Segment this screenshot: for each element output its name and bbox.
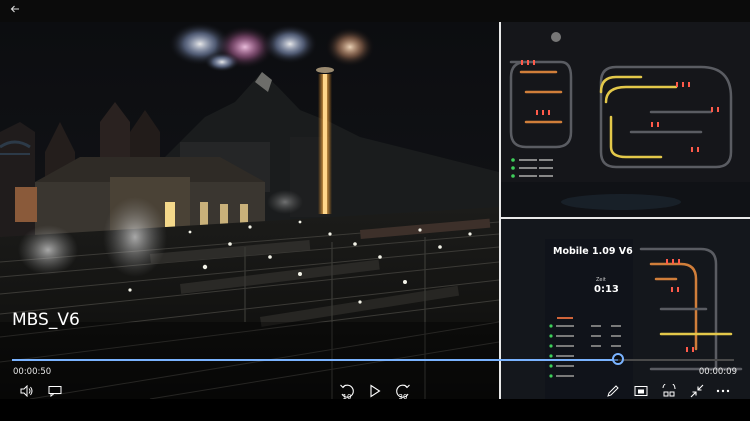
remaining-time: 00:00:09 (698, 367, 737, 377)
seek-bar-fill (12, 359, 619, 361)
overlay-zeit-label: Zeit (596, 277, 606, 283)
more-icon (716, 389, 730, 393)
skip-back-seconds: 10 (342, 393, 352, 401)
elapsed-time: 00:00:50 (13, 367, 52, 377)
play-button[interactable] (362, 377, 388, 405)
track-layout-diagram (501, 22, 750, 217)
title-bar (0, 0, 750, 22)
overlay-clock: 0:13 (594, 284, 619, 295)
cast-icon (634, 386, 648, 396)
back-button[interactable] (6, 2, 24, 20)
edit-button[interactable] (600, 377, 626, 405)
edit-icon (607, 385, 619, 397)
captions-icon (48, 386, 62, 397)
overlay-panel-title: Mobile 1.09 V6 (553, 246, 633, 257)
night-railway-scene (0, 22, 499, 399)
skip-back-button[interactable]: 10 (334, 377, 360, 405)
back-arrow-icon (10, 5, 19, 13)
video-surface[interactable]: MBS_V6 Mobile 1.09 V6 Zeit 0:13 (0, 22, 750, 399)
video-main-scene: MBS_V6 (0, 22, 499, 399)
volume-button[interactable] (14, 377, 40, 405)
volume-icon (20, 385, 33, 397)
collapse-button[interactable] (684, 377, 710, 405)
skip-forward-seconds: 30 (398, 393, 408, 401)
cast-button[interactable] (628, 377, 654, 405)
collapse-icon (690, 384, 704, 398)
mini-view-icon (662, 384, 676, 397)
skip-forward-button[interactable]: 30 (390, 377, 416, 405)
video-title: MBS_V6 (12, 310, 80, 330)
captions-button[interactable] (42, 377, 68, 405)
play-icon (370, 384, 381, 398)
mini-view-button[interactable] (656, 377, 682, 405)
playback-controls: 10 30 (0, 377, 750, 407)
more-options-button[interactable] (710, 377, 736, 405)
track-diagram-pane (501, 22, 750, 217)
